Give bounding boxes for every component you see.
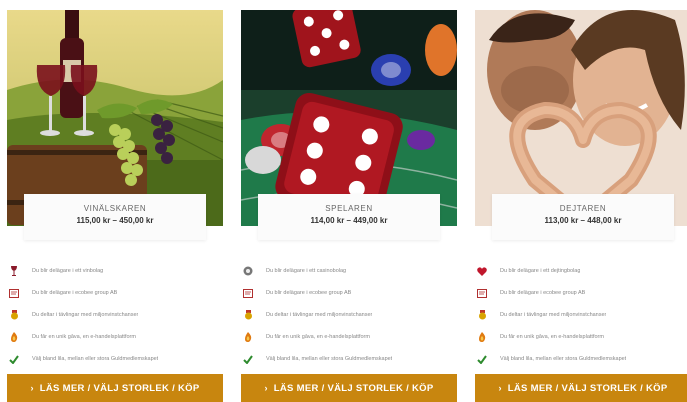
product-price: 113,00 kr – 448,00 kr [544, 216, 622, 225]
feature-item: Du deltar i tävlingar med miljonvinstcha… [7, 304, 223, 326]
feature-item: Du blir delägare i ecobee group AB [7, 282, 223, 304]
feature-item: Du får en unik gåva, en e-handelsplattfo… [7, 326, 223, 348]
feature-text: Du får en unik gåva, en e-handelsplattfo… [266, 334, 370, 340]
flame-icon [477, 332, 487, 342]
feature-text: Välj bland lila, mellan eller stora Guld… [500, 356, 627, 362]
price-box: DEJTAREN 113,00 kr – 448,00 kr [492, 194, 674, 240]
feature-text: Välj bland lila, mellan eller stora Guld… [266, 356, 393, 362]
medal-icon [243, 310, 253, 320]
feature-item: Du blir delägare i ecobee group AB [241, 282, 457, 304]
medal-icon [9, 310, 19, 320]
product-card-dejtaren: DEJTAREN 113,00 kr – 448,00 kr Du blir d… [475, 10, 687, 402]
product-price: 115,00 kr – 450,00 kr [76, 216, 154, 225]
heart-icon [477, 266, 487, 276]
feature-text: Du deltar i tävlingar med miljonvinstcha… [266, 312, 373, 318]
feature-list: Du blir delägare i ett vinbolag Du blir … [7, 260, 223, 370]
feature-text: Du deltar i tävlingar med miljonvinstcha… [32, 312, 139, 318]
feature-item: Välj bland lila, mellan eller stora Guld… [241, 348, 457, 370]
checkmark-icon [9, 354, 19, 364]
feature-item: Välj bland lila, mellan eller stora Guld… [475, 348, 687, 370]
price-box: SPELAREN 114,00 kr – 449,00 kr [258, 194, 440, 240]
feature-text: Du får en unik gåva, en e-handelsplattfo… [32, 334, 136, 340]
certificate-icon [243, 288, 253, 298]
product-name: DEJTAREN [559, 204, 607, 213]
feature-list: Du blir delägare i ett casinobolag Du bl… [241, 260, 457, 370]
feature-item: Du får en unik gåva, en e-handelsplattfo… [241, 326, 457, 348]
read-more-buy-button[interactable]: › LÄS MER / VÄLJ STORLEK / KÖP [241, 374, 457, 402]
certificate-icon [477, 288, 487, 298]
feature-list: Du blir delägare i ett dejtingbolag Du b… [475, 260, 687, 370]
feature-text: Du blir delägare i ecobee group AB [500, 290, 586, 296]
product-name: SPELAREN [325, 204, 373, 213]
flame-icon [243, 332, 253, 342]
flame-icon [9, 332, 19, 342]
product-price: 114,00 kr – 449,00 kr [310, 216, 388, 225]
product-name: VINÄLSKAREN [83, 204, 147, 213]
feature-item: Du får en unik gåva, en e-handelsplattfo… [475, 326, 687, 348]
wine-glass-icon [9, 266, 19, 276]
feature-text: Välj bland lila, mellan eller stora Guld… [32, 356, 159, 362]
medal-icon [477, 310, 487, 320]
read-more-buy-button[interactable]: › LÄS MER / VÄLJ STORLEK / KÖP [7, 374, 223, 402]
feature-text: Du blir delägare i ett dejtingbolag [500, 268, 581, 274]
certificate-icon [9, 288, 19, 298]
feature-text: Du får en unik gåva, en e-handelsplattfo… [500, 334, 604, 340]
checkmark-icon [243, 354, 253, 364]
feature-text: Du blir delägare i ett vinbolag [32, 268, 104, 274]
checkmark-icon [477, 354, 487, 364]
chip-icon [243, 266, 253, 276]
feature-item: Du deltar i tävlingar med miljonvinstcha… [475, 304, 687, 326]
feature-text: Du deltar i tävlingar med miljonvinstcha… [500, 312, 607, 318]
read-more-buy-button[interactable]: › LÄS MER / VÄLJ STORLEK / KÖP [475, 374, 687, 402]
product-card-vinalskaren: VINÄLSKAREN 115,00 kr – 450,00 kr Du bli… [7, 10, 223, 402]
product-card-spelaren: SPELAREN 114,00 kr – 449,00 kr Du blir d… [241, 10, 457, 402]
feature-text: Du blir delägare i ett casinobolag [266, 268, 347, 274]
feature-item: Du blir delägare i ett casinobolag [241, 260, 457, 282]
feature-item: Du blir delägare i ett vinbolag [7, 260, 223, 282]
feature-item: Du deltar i tävlingar med miljonvinstcha… [241, 304, 457, 326]
feature-text: Du blir delägare i ecobee group AB [266, 290, 352, 296]
feature-item: Du blir delägare i ecobee group AB [475, 282, 687, 304]
price-box: VINÄLSKAREN 115,00 kr – 450,00 kr [24, 194, 206, 240]
feature-item: Du blir delägare i ett dejtingbolag [475, 260, 687, 282]
feature-item: Välj bland lila, mellan eller stora Guld… [7, 348, 223, 370]
feature-text: Du blir delägare i ecobee group AB [32, 290, 118, 296]
